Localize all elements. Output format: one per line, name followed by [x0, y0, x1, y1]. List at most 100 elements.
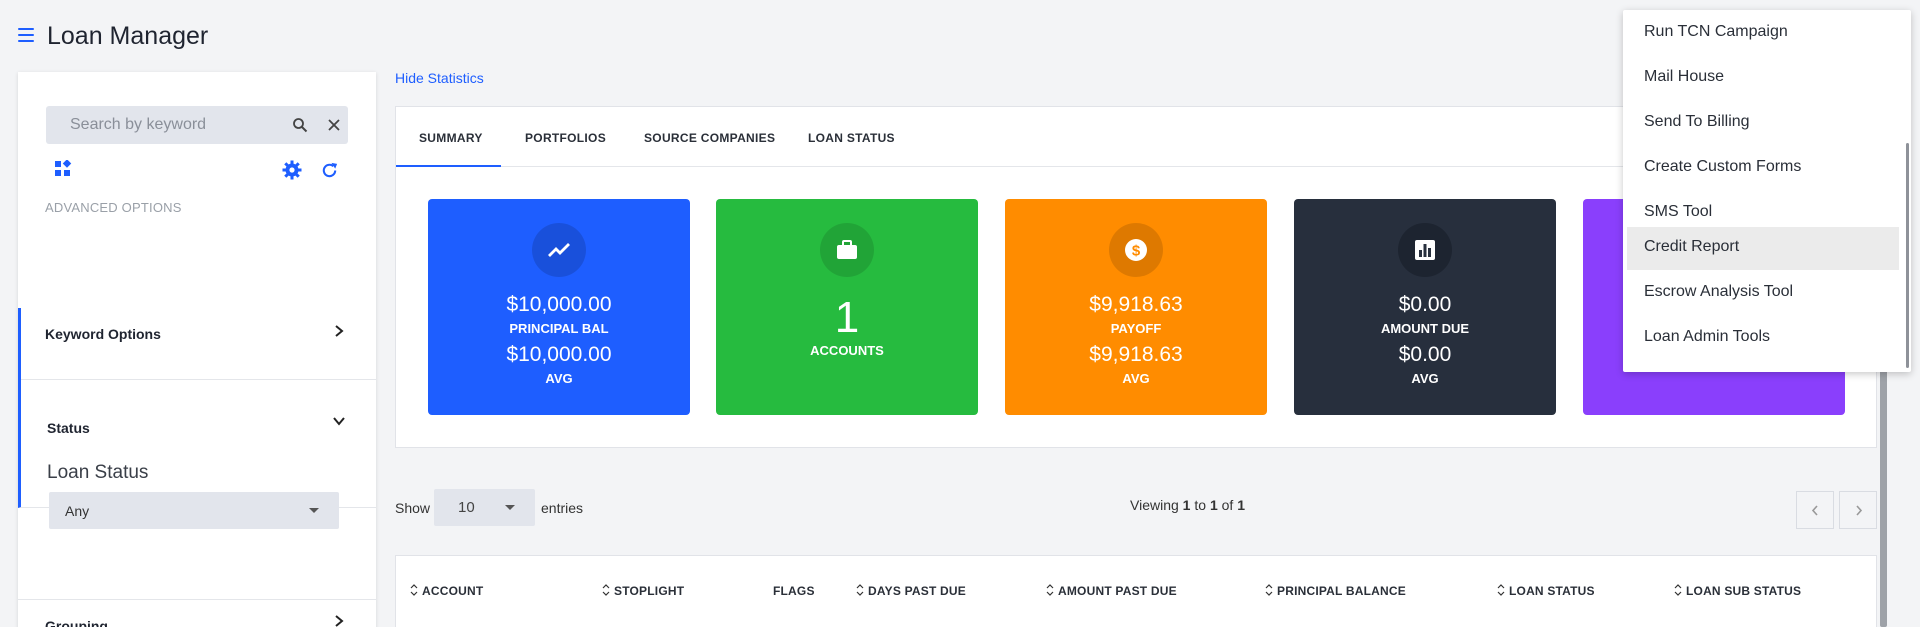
filter-sidebar: ADVANCED OPTIONS Keyword Options Status …: [18, 72, 376, 627]
principal-balance-avg-label: AVG: [545, 371, 573, 386]
chevron-right-icon: [1856, 505, 1863, 516]
refresh-icon[interactable]: [320, 161, 339, 180]
sort-icon: [1046, 584, 1054, 596]
page-scrollbar-thumb[interactable]: [1880, 358, 1887, 627]
col-account-label: ACCOUNT: [422, 584, 484, 598]
viewing-from: 1: [1182, 497, 1191, 513]
accounts-value: 1: [834, 293, 860, 342]
amount-due-avg-label: AVG: [1411, 371, 1439, 386]
advanced-options-label: ADVANCED OPTIONS: [45, 200, 182, 215]
search-box: [46, 106, 348, 144]
col-flags: FLAGS: [773, 584, 815, 598]
menu-item-label: Run TCN Campaign: [1644, 23, 1788, 40]
menu-item-label: Send To Billing: [1644, 113, 1750, 130]
principal-balance-value: $10,000.00: [506, 293, 612, 316]
menu-item-create-custom-forms[interactable]: Create Custom Forms: [1627, 147, 1899, 190]
col-amount-past-due[interactable]: AMOUNT PAST DUE: [1046, 584, 1177, 598]
menu-item-credit-report[interactable]: Credit Report: [1627, 227, 1899, 270]
bar-chart-icon: [1398, 223, 1452, 277]
menu-item-label: Escrow Analysis Tool: [1644, 283, 1794, 300]
trending-up-icon: [532, 223, 586, 277]
active-tab-indicator: [396, 165, 501, 167]
search-input[interactable]: [46, 106, 266, 144]
menu-item-run-tcn-campaign[interactable]: Run TCN Campaign: [1627, 12, 1899, 55]
menu-item-send-to-billing[interactable]: Send To Billing: [1627, 102, 1899, 145]
menu-scrollbar-thumb[interactable]: [1906, 143, 1909, 368]
principal-balance-label: PRINCIPAL BAL: [509, 321, 609, 336]
grouping-header[interactable]: Grouping: [45, 618, 108, 627]
payoff-avg: $9,918.63: [1089, 343, 1183, 366]
next-page-button[interactable]: [1839, 491, 1877, 529]
sort-icon: [602, 584, 610, 596]
col-loan-status[interactable]: LOAN STATUS: [1497, 584, 1595, 598]
col-amount-past-due-label: AMOUNT PAST DUE: [1058, 584, 1177, 598]
search-icon[interactable]: [292, 117, 308, 133]
chevron-right-icon[interactable]: [332, 614, 346, 627]
app-root: Loan Manager ADVANCED OPTIONS Keyword Op…: [0, 0, 1920, 627]
amount-due-value: $0.00: [1398, 293, 1452, 316]
viewing-of-word: of: [1221, 497, 1234, 513]
col-flags-label: FLAGS: [773, 584, 815, 598]
tab-summary[interactable]: SUMMARY: [419, 131, 483, 145]
col-principal-balance[interactable]: PRINCIPAL BALANCE: [1265, 584, 1406, 598]
hide-statistics-link[interactable]: Hide Statistics: [395, 70, 484, 86]
menu-item-label: SMS Tool: [1644, 203, 1713, 220]
tab-portfolios[interactable]: PORTFOLIOS: [525, 131, 606, 145]
col-stoplight[interactable]: STOPLIGHT: [602, 584, 684, 598]
tab-loan-status[interactable]: LOAN STATUS: [808, 131, 895, 145]
briefcase-icon: [820, 223, 874, 277]
actions-dropdown-menu: Run TCN Campaign Mail House Send To Bill…: [1623, 10, 1911, 372]
gear-icon[interactable]: [282, 160, 302, 180]
previous-page-button[interactable]: [1796, 491, 1834, 529]
svg-text:$: $: [1132, 243, 1141, 260]
close-icon[interactable]: [326, 117, 342, 133]
col-loan-sub-status[interactable]: LOAN SUB STATUS: [1674, 584, 1801, 598]
viewing-to: 1: [1209, 497, 1218, 513]
entries-value: 10: [458, 499, 475, 516]
viewing-prefix: Viewing: [1130, 497, 1179, 513]
col-stoplight-label: STOPLIGHT: [614, 584, 685, 598]
col-loan-sub-status-label: LOAN SUB STATUS: [1686, 584, 1802, 598]
sort-icon: [1497, 584, 1505, 596]
menu-item-loan-admin-tools[interactable]: Loan Admin Tools: [1627, 317, 1899, 360]
col-account[interactable]: ACCOUNT: [410, 584, 483, 598]
principal-balance-avg: $10,000.00: [506, 343, 612, 366]
sort-icon: [410, 584, 418, 596]
payoff-label: PAYOFF: [1110, 321, 1162, 336]
col-days-past-due[interactable]: DAYS PAST DUE: [856, 584, 966, 598]
amount-due-card: $0.00 AMOUNT DUE $0.00 AVG: [1294, 199, 1556, 415]
hamburger-menu-icon[interactable]: [18, 28, 34, 42]
col-loan-status-label: LOAN STATUS: [1509, 584, 1595, 598]
widgets-icon[interactable]: [54, 160, 72, 178]
menu-item-label: Credit Report: [1644, 238, 1740, 255]
status-header[interactable]: Status: [47, 420, 90, 436]
show-label: Show: [395, 500, 431, 516]
status-section: Status Loan Status Any: [18, 308, 376, 529]
entries-label: entries: [541, 500, 584, 516]
dollar-icon: $: [1109, 223, 1163, 277]
accounts-label: ACCOUNTS: [810, 343, 884, 358]
sort-icon: [1674, 584, 1682, 596]
col-days-past-due-label: DAYS PAST DUE: [868, 584, 966, 598]
tab-source-companies[interactable]: SOURCE COMPANIES: [644, 131, 775, 145]
viewing-total: 1: [1237, 497, 1245, 513]
chevron-left-icon: [1811, 505, 1818, 516]
menu-item-mail-house[interactable]: Mail House: [1627, 57, 1899, 100]
menu-item-escrow-analysis-tool[interactable]: Escrow Analysis Tool: [1627, 272, 1899, 315]
viewing-to-word: to: [1194, 497, 1207, 513]
amount-due-label: AMOUNT DUE: [1380, 321, 1470, 336]
principal-balance-card: $10,000.00 PRINCIPAL BAL $10,000.00 AVG: [428, 199, 690, 415]
menu-item-label: Loan Admin Tools: [1644, 328, 1771, 345]
amount-due-avg: $0.00: [1398, 343, 1452, 366]
chevron-down-icon[interactable]: [332, 414, 346, 428]
col-principal-balance-label: PRINCIPAL BALANCE: [1277, 584, 1406, 598]
entries-per-page-select[interactable]: 10: [434, 489, 535, 526]
caret-down-icon: [505, 505, 515, 510]
accounts-card: 1 ACCOUNTS: [716, 199, 978, 415]
menu-item-label: Create Custom Forms: [1644, 158, 1802, 175]
payoff-value: $9,918.63: [1089, 293, 1183, 316]
menu-item-label: Mail House: [1644, 68, 1725, 85]
payoff-avg-label: AVG: [1122, 371, 1150, 386]
grouping-section: Grouping: [18, 508, 376, 627]
payoff-card: $ $9,918.63 PAYOFF $9,918.63 AVG: [1005, 199, 1267, 415]
